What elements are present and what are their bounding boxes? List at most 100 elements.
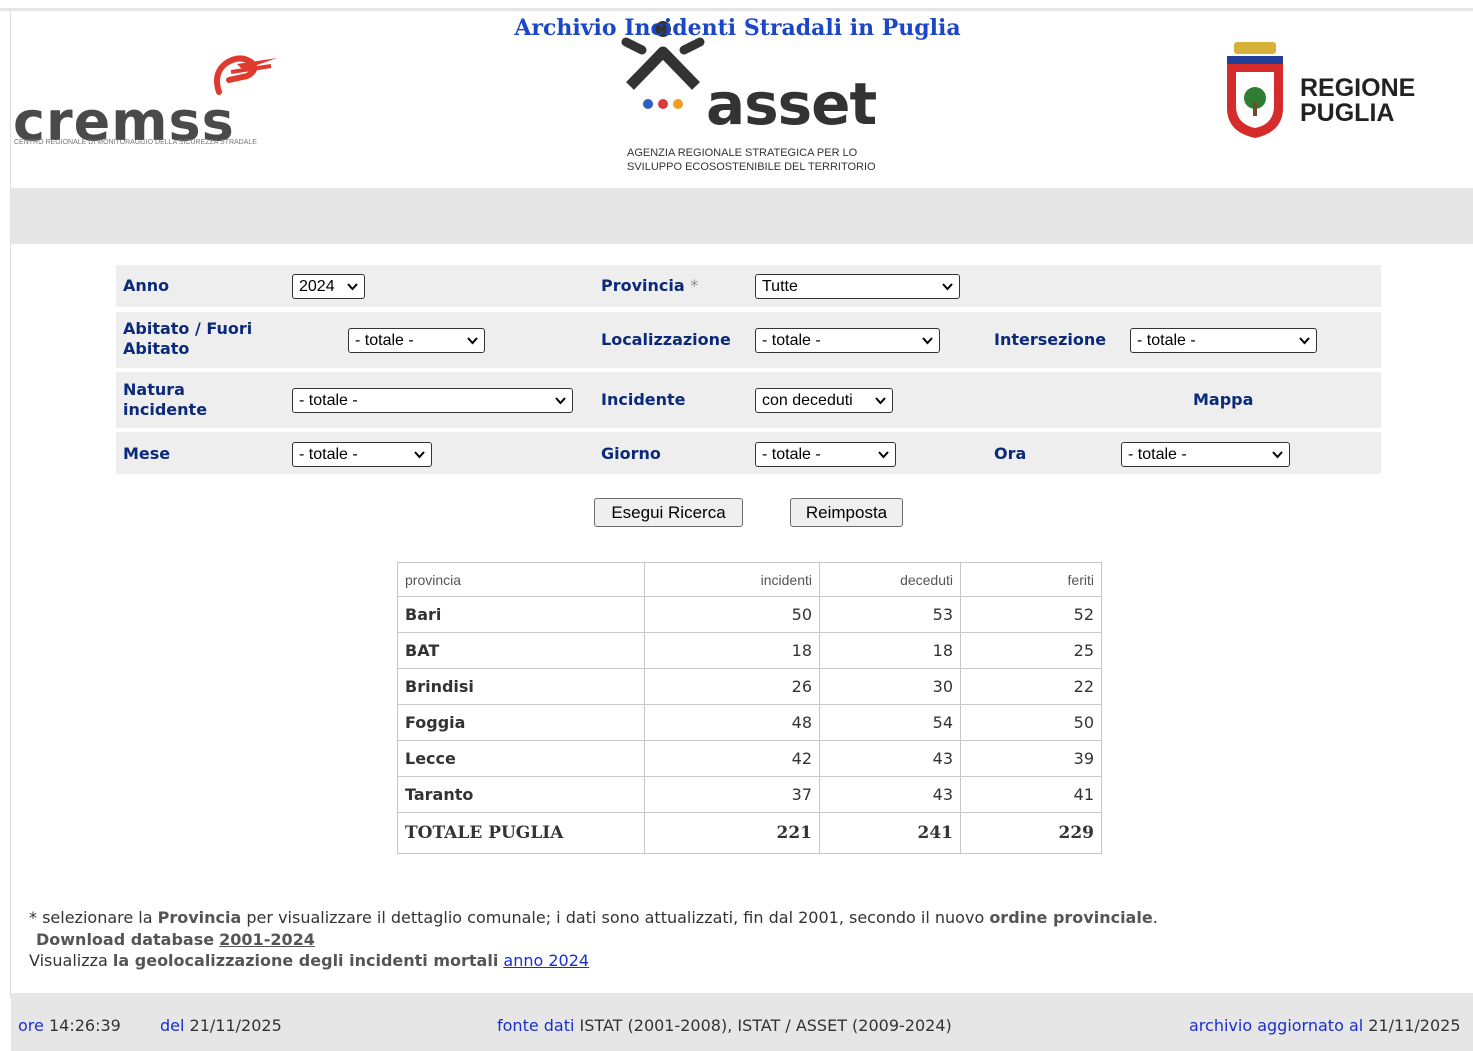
label-abitato-line1: Abitato / Fuori bbox=[123, 319, 253, 338]
cell-feriti: 52 bbox=[960, 596, 1102, 633]
cell-deceduti: 30 bbox=[819, 668, 961, 705]
footer-fonte-label: fonte dati bbox=[497, 1016, 575, 1035]
footer-fonte-value: ISTAT (2001-2008), ISTAT / ASSET (2009-2… bbox=[579, 1016, 952, 1035]
anno-select-value: 2024 bbox=[299, 278, 335, 295]
cell-provincia: Bari bbox=[397, 596, 645, 633]
regione-puglia-emblem-icon bbox=[1227, 42, 1283, 138]
intersezione-select[interactable]: - totale - bbox=[1130, 328, 1317, 353]
footer-date: del 21/11/2025 bbox=[160, 1016, 282, 1035]
chevron-down-icon bbox=[555, 397, 566, 405]
footer-time: ore 14:26:39 bbox=[18, 1016, 121, 1035]
giorno-select-value: - totale - bbox=[762, 446, 821, 463]
filter-row-4: Mese - totale - Giorno - totale - Ora - … bbox=[116, 432, 1381, 474]
cell-provincia: BAT bbox=[397, 632, 645, 669]
chevron-down-icon bbox=[347, 283, 358, 291]
abitato-select[interactable]: - totale - bbox=[348, 328, 485, 353]
footer-del-label: del bbox=[160, 1016, 185, 1035]
incidente-select[interactable]: con deceduti bbox=[755, 388, 893, 413]
chevron-down-icon bbox=[942, 283, 953, 291]
cell-total-incidenti: 221 bbox=[644, 812, 820, 854]
provincia-select[interactable]: Tutte bbox=[755, 274, 960, 299]
regione-line1: REGIONE bbox=[1300, 74, 1416, 102]
table-row: Lecce 42 43 39 bbox=[397, 740, 1102, 777]
table-row: Foggia 48 54 50 bbox=[397, 704, 1102, 741]
natura-select-value: - totale - bbox=[299, 392, 358, 409]
cell-provincia: Brindisi bbox=[397, 668, 645, 705]
regione-puglia-wordmark: REGIONE PUGLIA bbox=[1300, 76, 1415, 126]
incidente-select-value: con deceduti bbox=[762, 392, 853, 409]
search-button[interactable]: Esegui Ricerca bbox=[594, 498, 743, 527]
mese-select-value: - totale - bbox=[299, 446, 358, 463]
table-row: Bari 50 53 52 bbox=[397, 596, 1102, 633]
label-provincia: Provincia * bbox=[601, 276, 698, 296]
asset-subtitle: AGENZIA REGIONALE STRATEGICA PER LO SVIL… bbox=[627, 146, 876, 174]
filter-row-2: Abitato / Fuori Abitato - totale - Local… bbox=[116, 312, 1381, 368]
filter-row-1: Anno 2024 Provincia * Tutte bbox=[116, 265, 1381, 307]
note-text: . bbox=[1152, 908, 1158, 927]
label-natura-line2: incidente bbox=[123, 400, 208, 419]
geo-year-link[interactable]: anno 2024 bbox=[503, 951, 589, 970]
download-link[interactable]: 2001-2024 bbox=[219, 930, 315, 949]
required-star: * bbox=[690, 276, 699, 295]
geo-line: Visualizza la geolocalizzazione degli in… bbox=[29, 951, 589, 970]
cell-feriti: 39 bbox=[960, 740, 1102, 777]
note-provincia: * selezionare la Provincia per visualizz… bbox=[29, 908, 1158, 927]
chevron-down-icon bbox=[414, 451, 425, 459]
cell-deceduti: 18 bbox=[819, 632, 961, 669]
intersezione-select-value: - totale - bbox=[1137, 332, 1196, 349]
cremss-logo: cremss CENTRO REGIONALE DI MONITORAGGIO … bbox=[13, 52, 277, 153]
localizzazione-select[interactable]: - totale - bbox=[755, 328, 940, 353]
cell-feriti: 50 bbox=[960, 704, 1102, 741]
cell-provincia: Foggia bbox=[397, 704, 645, 741]
footer-source: fonte dati ISTAT (2001-2008), ISTAT / AS… bbox=[497, 1016, 952, 1035]
asset-subtitle-line2: SVILUPPO ECOSOSTENIBILE DEL TERRITORIO bbox=[627, 161, 876, 173]
footer-updated-label: archivio aggiornato al bbox=[1189, 1016, 1364, 1035]
natura-select[interactable]: - totale - bbox=[292, 388, 573, 413]
mappa-link[interactable]: Mappa bbox=[1193, 390, 1253, 410]
label-anno: Anno bbox=[123, 276, 170, 295]
label-incidente: Incidente bbox=[601, 390, 686, 409]
cell-total-feriti: 229 bbox=[960, 812, 1102, 854]
title-band bbox=[11, 188, 1473, 244]
asset-wordmark: asset bbox=[706, 70, 877, 138]
cell-provincia: Lecce bbox=[397, 740, 645, 777]
label-intersezione: Intersezione bbox=[994, 330, 1107, 349]
page: cremss CENTRO REGIONALE DI MONITORAGGIO … bbox=[0, 0, 1473, 1051]
download-line: Download database 2001-2024 bbox=[36, 930, 315, 949]
table-total-row: TOTALE PUGLIA 221 241 229 bbox=[397, 812, 1102, 854]
anno-select[interactable]: 2024 bbox=[292, 274, 365, 299]
cell-incidenti: 37 bbox=[644, 776, 820, 813]
geo-text: Visualizza bbox=[29, 951, 113, 970]
footer-updated-date: 21/11/2025 bbox=[1368, 1016, 1461, 1035]
cell-incidenti: 48 bbox=[644, 704, 820, 741]
cell-deceduti: 43 bbox=[819, 776, 961, 813]
chevron-down-icon bbox=[878, 451, 889, 459]
label-mese: Mese bbox=[123, 444, 171, 463]
cell-feriti: 25 bbox=[960, 632, 1102, 669]
top-rule bbox=[0, 8, 1473, 11]
table-row: Taranto 37 43 41 bbox=[397, 776, 1102, 813]
cell-deceduti: 53 bbox=[819, 596, 961, 633]
cell-deceduti: 54 bbox=[819, 704, 961, 741]
asset-subtitle-line1: AGENZIA REGIONALE STRATEGICA PER LO bbox=[627, 147, 858, 159]
asset-logo: asset AGENZIA REGIONALE STRATEGICA PER L… bbox=[620, 20, 880, 180]
cell-total-deceduti: 241 bbox=[819, 812, 961, 854]
ora-select[interactable]: - totale - bbox=[1121, 442, 1290, 467]
cell-incidenti: 50 bbox=[644, 596, 820, 633]
table-header-row: provincia incidenti deceduti feriti bbox=[397, 562, 1102, 597]
label-natura-line1: Natura bbox=[123, 380, 185, 399]
label-provincia-text: Provincia bbox=[601, 276, 685, 295]
giorno-select[interactable]: - totale - bbox=[755, 442, 896, 467]
ora-select-value: - totale - bbox=[1128, 446, 1187, 463]
col-incidenti: incidenti bbox=[644, 562, 820, 597]
results-table: provincia incidenti deceduti feriti Bari… bbox=[397, 562, 1102, 854]
reset-button[interactable]: Reimposta bbox=[790, 498, 903, 527]
mese-select[interactable]: - totale - bbox=[292, 442, 432, 467]
note-emphasis: Provincia bbox=[157, 908, 242, 927]
cell-incidenti: 18 bbox=[644, 632, 820, 669]
label-natura: Natura incidente bbox=[123, 380, 207, 420]
col-deceduti: deceduti bbox=[819, 562, 961, 597]
cell-incidenti: 42 bbox=[644, 740, 820, 777]
chevron-down-icon bbox=[467, 337, 478, 345]
footer-date-value: 21/11/2025 bbox=[189, 1016, 282, 1035]
